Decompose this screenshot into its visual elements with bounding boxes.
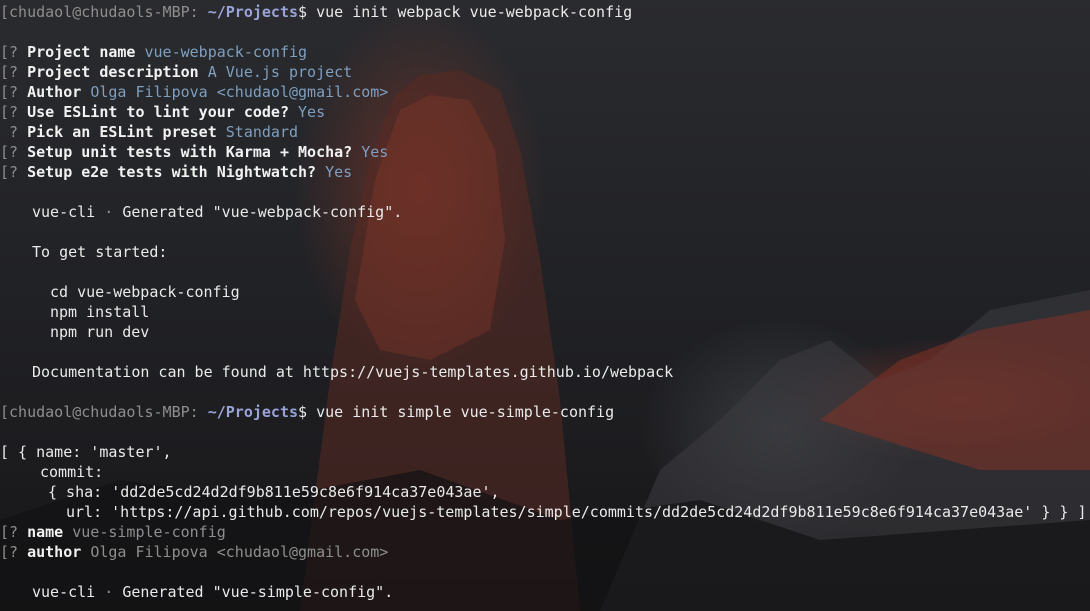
generated-message: Generated "vue-simple-config". (122, 583, 394, 601)
prompt-path: ~/Projects (207, 403, 299, 421)
terminal-output: [chudaol@chudaols-MBP: ~/Projects$ vue i… (0, 2, 1090, 602)
question-answer: Olga Filipova <chudaol@gmail.com> (90, 543, 389, 561)
question-answer: vue-simple-config (72, 523, 226, 541)
question-label: name (27, 523, 64, 541)
prompt-user-host: [chudaol@chudaols-MBP: (0, 3, 199, 21)
question-marker: [? (0, 43, 19, 61)
vue-cli-label: vue-cli (32, 583, 96, 601)
question-marker: [? (0, 543, 19, 561)
question-line: [? Setup unit tests with Karma + Mocha? … (0, 142, 1090, 162)
question-marker: ? (9, 123, 19, 141)
question-answer: Standard (225, 123, 299, 141)
question-line: [? Use ESLint to lint your code? Yes (0, 102, 1090, 122)
prompt-line: [chudaol@chudaols-MBP: ~/Projects$ vue i… (0, 2, 1090, 22)
question-line: [? Author Olga Filipova <chudaol@gmail.c… (0, 82, 1090, 102)
question-line: [? Project description A Vue.js project (0, 62, 1090, 82)
question-label: Setup unit tests with Karma + Mocha? (27, 143, 353, 161)
get-started-heading: To get started: (32, 243, 168, 261)
question-marker: [? (0, 143, 19, 161)
prompt-symbol: $ (298, 403, 308, 421)
question-label: Pick an ESLint preset (27, 123, 217, 141)
step-line: npm run dev (50, 323, 150, 341)
terminal-window[interactable]: [chudaol@chudaols-MBP: ~/Projects$ vue i… (0, 0, 1090, 611)
question-line: [? name vue-simple-config (0, 522, 1090, 542)
question-marker: [? (0, 103, 19, 121)
question-label: Setup e2e tests with Nightwatch? (27, 163, 317, 181)
question-label: Use ESLint to lint your code? (27, 103, 289, 121)
question-line: [? Project name vue-webpack-config (0, 42, 1090, 62)
question-answer: vue-webpack-config (144, 43, 308, 61)
output-line: [ { name: 'master', (0, 443, 172, 461)
question-marker: [? (0, 63, 19, 81)
generated-line: vue-cli · Generated "vue-simple-config". (0, 582, 1090, 602)
question-label: Project description (27, 63, 199, 81)
question-marker: [? (0, 83, 19, 101)
command-text: vue init webpack vue-webpack-config (316, 3, 633, 21)
output-line: commit: (40, 463, 104, 481)
question-answer: Yes (325, 163, 353, 181)
question-answer: A Vue.js project (207, 63, 353, 81)
separator-dot: · (104, 583, 114, 601)
question-answer: Yes (298, 103, 326, 121)
output-line: { sha: 'dd2de5cd24d2df9b811e59c8e6f914ca… (48, 483, 500, 501)
command-text: vue init simple vue-simple-config (316, 403, 615, 421)
question-label: author (27, 543, 82, 561)
output-line: url: 'https://api.github.com/repos/vuejs… (66, 503, 1087, 521)
prompt-symbol: $ (298, 3, 308, 21)
question-answer: Yes (361, 143, 389, 161)
separator-dot: · (104, 203, 114, 221)
prompt-user-host: [chudaol@chudaols-MBP: (0, 403, 199, 421)
question-line: ? Pick an ESLint preset Standard (0, 122, 1090, 142)
question-answer: Olga Filipova <chudaol@gmail.com> (90, 83, 389, 101)
vue-cli-label: vue-cli (32, 203, 96, 221)
prompt-line: [chudaol@chudaols-MBP: ~/Projects$ vue i… (0, 402, 1090, 422)
prompt-path: ~/Projects (207, 3, 299, 21)
step-line: npm install (50, 303, 150, 321)
generated-message: Generated "vue-webpack-config". (122, 203, 403, 221)
question-label: Project name (27, 43, 136, 61)
question-line: [? author Olga Filipova <chudaol@gmail.c… (0, 542, 1090, 562)
question-label: Author (27, 83, 82, 101)
documentation-line: Documentation can be found at https://vu… (32, 363, 674, 381)
question-marker: [? (0, 163, 19, 181)
question-marker: [? (0, 523, 19, 541)
generated-line: vue-cli · Generated "vue-webpack-config"… (0, 202, 1090, 222)
question-line: [? Setup e2e tests with Nightwatch? Yes (0, 162, 1090, 182)
step-line: cd vue-webpack-config (50, 283, 240, 301)
